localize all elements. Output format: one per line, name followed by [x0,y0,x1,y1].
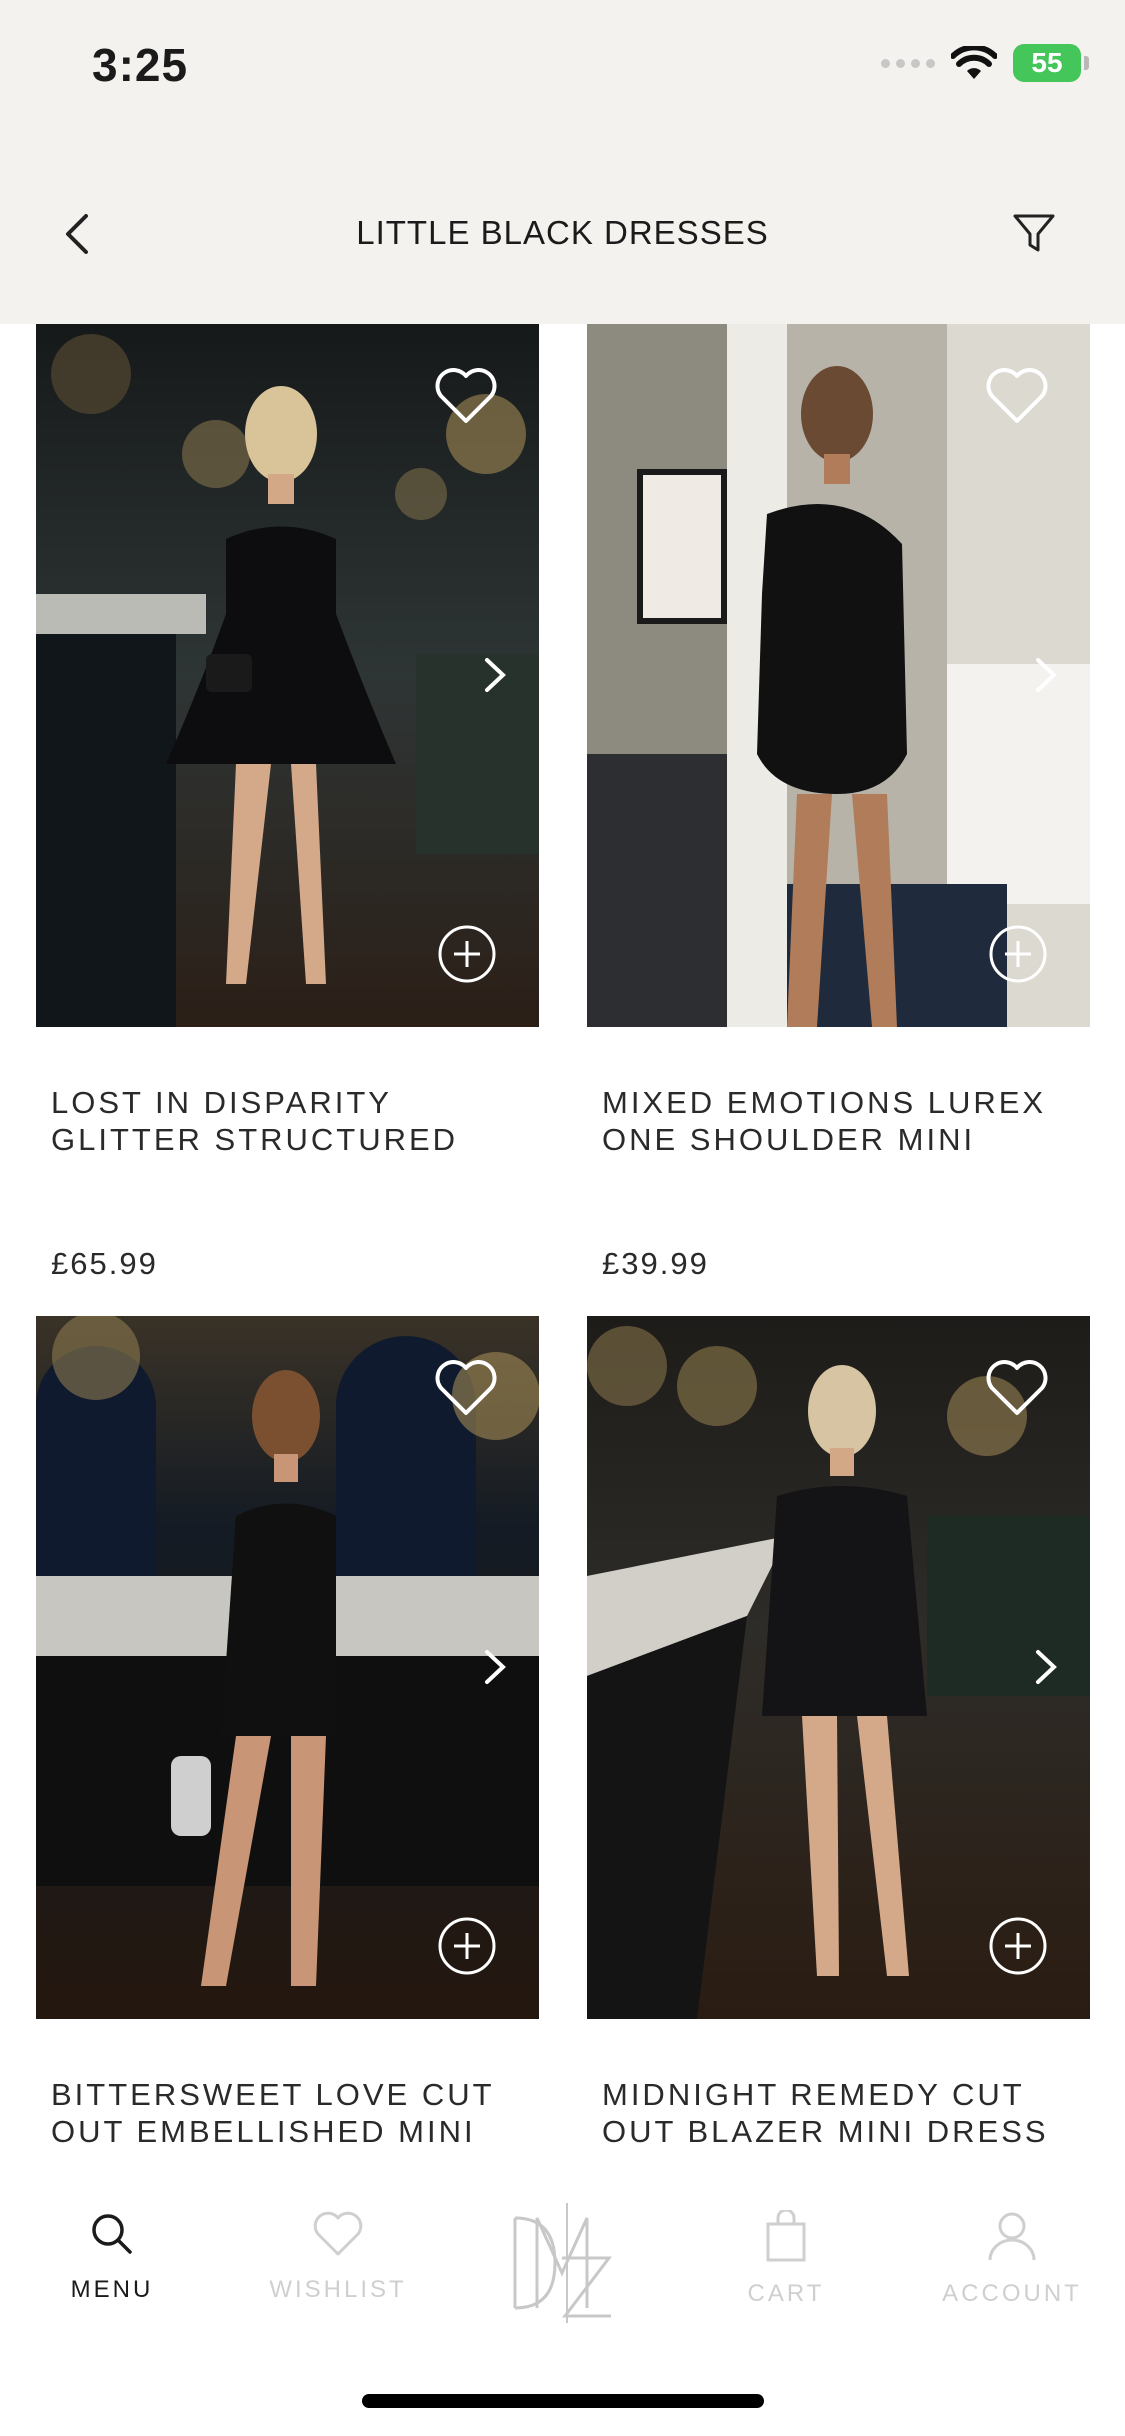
tab-wishlist-label: WISHLIST [269,2276,407,2303]
product-image[interactable] [36,1316,539,2019]
top-area: 3:25 55 LITTLE BLACK DRESSES [0,0,1125,324]
home-indicator [362,2394,764,2408]
status-indicators: 55 [881,44,1089,82]
nav-bar: LITTLE BLACK DRESSES [0,190,1125,280]
signal-icon [881,58,935,68]
search-icon [92,2214,132,2254]
product-image[interactable] [587,1316,1090,2019]
account-icon [988,2212,1036,2261]
product-image[interactable] [587,324,1090,1027]
shopping-bag-icon [766,2210,806,2262]
wishlist-heart-icon[interactable] [433,1358,499,1418]
add-to-bag-plus-icon[interactable] [437,1916,497,1976]
product-name[interactable]: MIDNIGHT REMEDY CUT OUT BLAZER MINI DRES… [602,2076,1082,2150]
add-to-bag-plus-icon[interactable] [437,924,497,984]
wishlist-heart-icon[interactable] [984,1358,1050,1418]
tab-menu-label: MENU [70,2276,154,2303]
product-name[interactable]: LOST IN DISPARITY GLITTER STRUCTURED [51,1084,531,1158]
tab-wishlist[interactable]: WISHLIST [258,2210,418,2304]
tab-account[interactable]: ACCOUNT [932,2210,1092,2308]
product-price: £65.99 [51,1246,158,1281]
brand-logo-icon [513,2203,613,2323]
add-to-bag-plus-icon[interactable] [988,924,1048,984]
next-image-chevron-icon[interactable] [1030,1646,1062,1688]
heart-icon [313,2211,363,2256]
product-image[interactable] [36,324,539,1027]
filter-icon[interactable] [1011,210,1057,256]
add-to-bag-plus-icon[interactable] [988,1916,1048,1976]
product-price: £39.99 [602,1246,709,1281]
next-image-chevron-icon[interactable] [479,1646,511,1688]
wifi-icon [951,46,997,79]
product-name[interactable]: BITTERSWEET LOVE CUT OUT EMBELLISHED MIN… [51,2076,531,2150]
tab-cart-label: CART [747,2280,825,2307]
status-time: 3:25 [92,39,189,91]
page-title: LITTLE BLACK DRESSES [356,214,769,251]
next-image-chevron-icon[interactable] [1030,654,1062,696]
wishlist-heart-icon[interactable] [984,366,1050,426]
wishlist-heart-icon[interactable] [433,366,499,426]
tab-account-label: ACCOUNT [942,2280,1082,2307]
brand-logo-tab[interactable] [482,2198,642,2328]
battery-indicator: 55 [1013,44,1089,82]
next-image-chevron-icon[interactable] [479,654,511,696]
tab-menu[interactable]: MENU [32,2210,192,2304]
product-name[interactable]: MIXED EMOTIONS LUREX ONE SHOULDER MINI [602,1084,1082,1158]
battery-level: 55 [1031,47,1063,78]
tab-cart[interactable]: CART [706,2210,866,2308]
